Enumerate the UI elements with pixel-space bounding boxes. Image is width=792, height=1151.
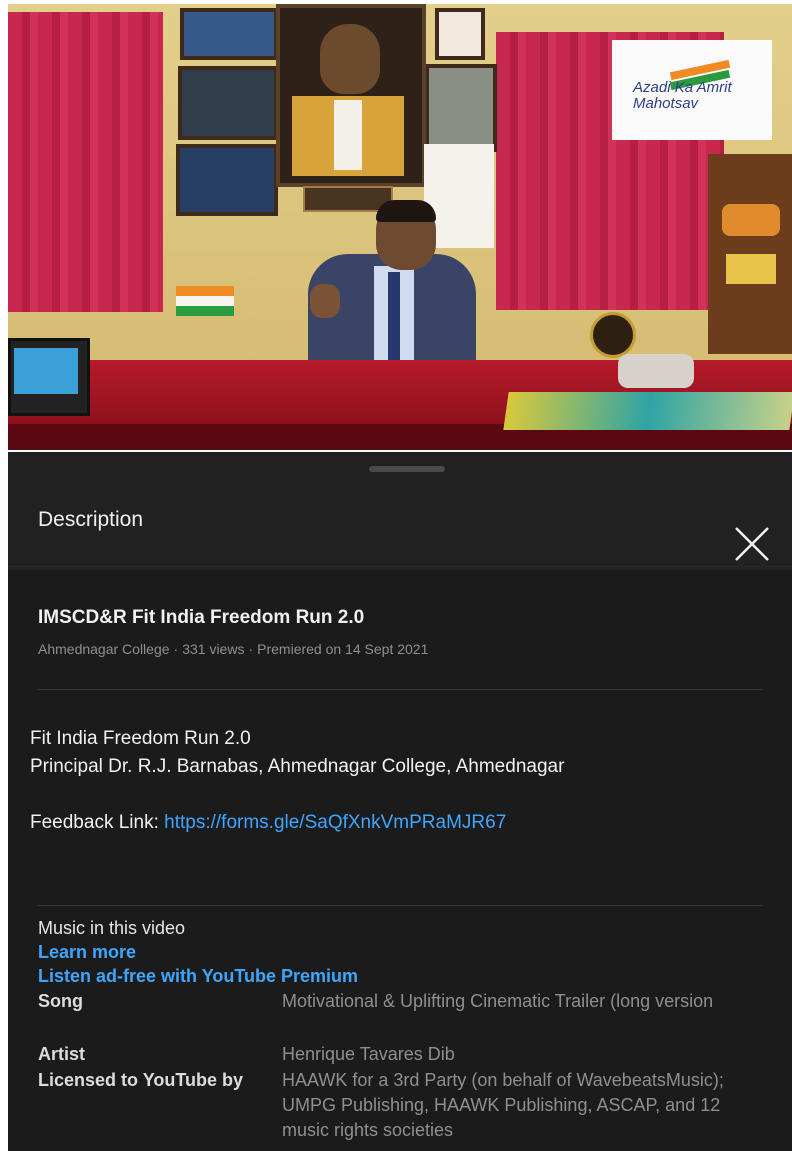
description-panel: Description IMSCD&R Fit India Freedom Ru…	[8, 452, 792, 1151]
feedback-line: Feedback Link: https://forms.gle/SaQfXnk…	[30, 812, 506, 834]
portrait-figure	[320, 24, 380, 94]
learn-more-link[interactable]: Learn more	[38, 942, 136, 963]
premiere-date: Premiered on 14 Sept 2021	[257, 641, 429, 657]
song-value: Motivational & Uplifting Cinematic Trail…	[282, 991, 714, 1011]
panel-body: IMSCD&R Fit India Freedom Run 2.0 Ahmedn…	[8, 570, 792, 1151]
meta-separator: ·	[248, 641, 254, 657]
feedback-label: Feedback Link:	[30, 812, 165, 833]
feedback-link[interactable]: https://forms.gle/SaQfXnkVmPRaMJR67	[164, 812, 506, 833]
desk-clock	[590, 312, 636, 358]
description-line: Principal Dr. R.J. Barnabas, Ahmednagar …	[30, 756, 565, 777]
youtube-premium-link[interactable]: Listen ad-free with YouTube Premium	[38, 966, 358, 987]
licensed-value: HAAWK for a 3rd Party (on behalf of Wave…	[282, 1070, 724, 1140]
divider	[38, 905, 762, 906]
song-label: Song	[38, 991, 83, 1011]
desk-monitor-screen	[14, 348, 78, 394]
panel-title: Description	[38, 508, 144, 531]
video-meta: Ahmednagar College · 331 views · Premiered o…	[38, 641, 428, 657]
wall-frame	[425, 64, 497, 152]
view-count: 331 views	[182, 641, 245, 657]
wall-frame	[435, 8, 485, 60]
azadi-logo-text: Azadi Ka Amrit Mahotsav	[633, 79, 732, 112]
channel-name[interactable]: Ahmednagar College	[38, 641, 170, 657]
divider	[38, 689, 762, 690]
artist-value: Henrique Tavares Dib	[282, 1044, 455, 1064]
indian-flag	[176, 296, 234, 306]
wall-frame	[178, 66, 278, 140]
indian-flag	[176, 306, 234, 316]
licensed-label: Licensed to YouTube by	[38, 1070, 244, 1090]
close-button[interactable]	[728, 520, 776, 568]
wall-frame	[180, 8, 278, 60]
close-icon	[735, 527, 769, 561]
speaker-hair	[376, 200, 436, 222]
shelf-item	[722, 204, 780, 236]
video-title: IMSCD&R Fit India Freedom Run 2.0	[38, 607, 365, 628]
video-player[interactable]: Azadi Ka Amrit Mahotsav	[8, 4, 792, 450]
music-section-heading: Music in this video	[38, 918, 186, 938]
curtain-left	[8, 12, 163, 312]
drag-handle[interactable]	[369, 466, 445, 472]
shelf-item	[726, 254, 776, 284]
artist-label: Artist	[38, 1044, 86, 1064]
panel-header: Description	[8, 474, 792, 567]
desk-books	[503, 392, 792, 430]
speaker-tie	[388, 272, 400, 362]
desk-phone	[618, 354, 694, 388]
wall-frame	[176, 144, 278, 216]
description-line: Fit India Freedom Run 2.0	[30, 728, 251, 749]
indian-flag	[176, 286, 234, 296]
app-frame: Azadi Ka Amrit Mahotsav Description IMSC…	[0, 0, 792, 1151]
portrait-figure	[334, 100, 362, 170]
meta-separator: ·	[173, 641, 179, 657]
speaker-hand	[310, 284, 340, 318]
